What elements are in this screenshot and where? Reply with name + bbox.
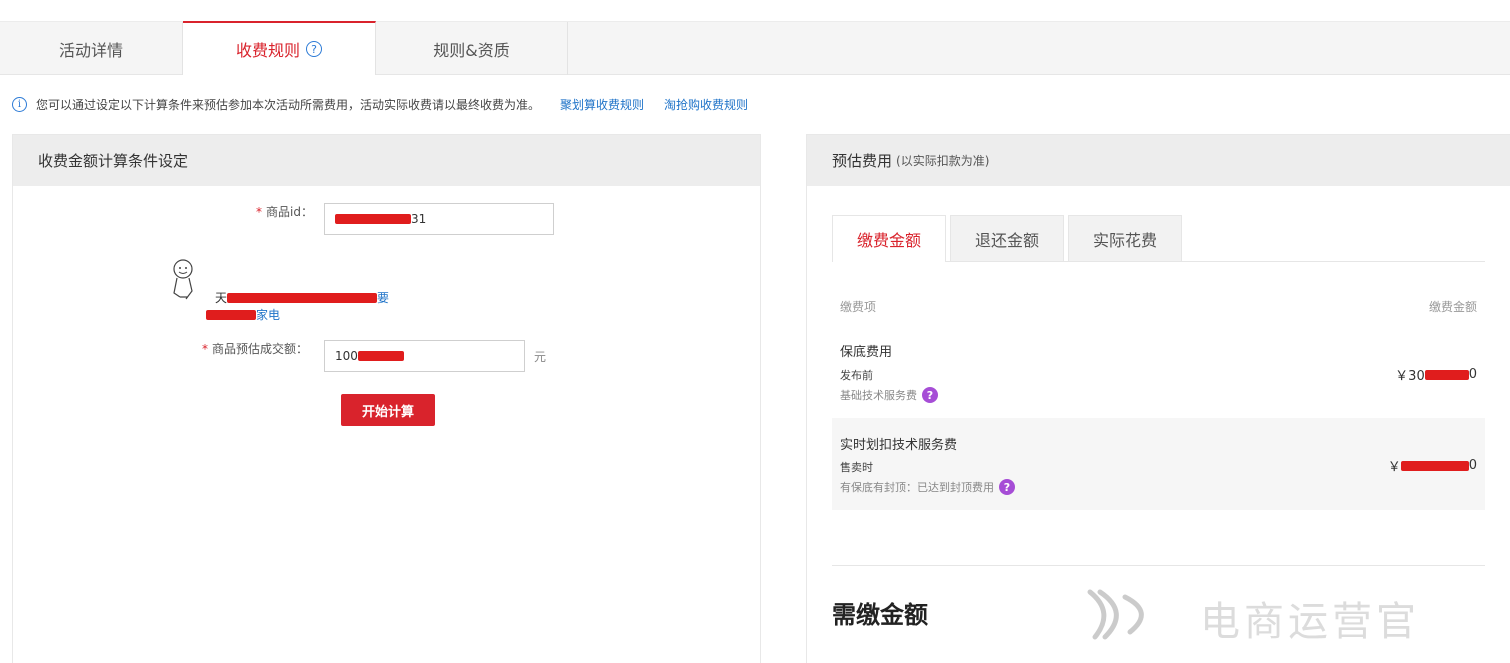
- deal-amount-row: * 商品预估成交额：: [202, 340, 308, 357]
- help-circle-icon[interactable]: ?: [306, 41, 322, 57]
- panel-title: 收费金额计算条件设定: [13, 135, 760, 186]
- fee-note: 基础技术服务费 ?: [840, 387, 938, 403]
- redacted-value: [1400, 460, 1469, 471]
- fee-row-guarantee: 保底费用 发布前 基础技术服务费 ? ￥30 0: [832, 327, 1485, 417]
- notice-bar: i 您可以通过设定以下计算条件来预估参加本次活动所需费用，活动实际收费请以最终收…: [12, 95, 748, 113]
- fee-subtab-bar: 缴费金额 退还金额 实际花费: [832, 215, 1485, 262]
- fee-amount-head: ￥: [1387, 460, 1401, 475]
- fee-title: 实时划扣技术服务费: [840, 438, 958, 453]
- top-strip: [0, 0, 1510, 22]
- product-id-row: * 商品id：: [256, 203, 313, 220]
- fee-note-text: 有保底有封顶：已达到封顶费用: [840, 481, 994, 494]
- redacted-value: [357, 351, 404, 361]
- required-mark: *: [202, 341, 208, 356]
- juhuasuan-fee-rules-link[interactable]: 聚划算收费规则: [560, 96, 644, 113]
- fee-amount: ￥ 0: [1388, 456, 1477, 475]
- redacted-value: [1424, 369, 1469, 380]
- help-question-icon[interactable]: ?: [922, 387, 938, 403]
- product-id-label: 商品id：: [266, 205, 313, 219]
- panel-title-row: 预估费用 (以实际扣款为准): [807, 135, 1510, 186]
- redacted-value: [206, 309, 256, 320]
- fee-note: 有保底有封顶：已达到封顶费用 ?: [840, 479, 1015, 495]
- redacted-value: [227, 292, 378, 303]
- fee-amount: ￥30 0: [1395, 365, 1477, 384]
- fee-amount-tail: 0: [1468, 458, 1477, 473]
- tab-activity-details[interactable]: 活动详情: [0, 22, 183, 75]
- redacted-value: [335, 214, 411, 224]
- total-due-label: 需缴金额: [832, 601, 928, 629]
- product-id-value-tail: 31: [411, 212, 427, 226]
- subtab-refund-amount[interactable]: 退还金额: [950, 215, 1064, 261]
- category-line-2-tail[interactable]: 家电: [256, 306, 280, 323]
- deal-amount-label: 商品预估成交额：: [212, 342, 309, 356]
- subtab-payment-amount[interactable]: 缴费金额: [832, 215, 946, 262]
- category-line-2: 家电: [206, 306, 280, 323]
- panel-title: 预估费用: [832, 152, 893, 170]
- main-tab-bar: 活动详情 收费规则 ? 规则&资质: [0, 21, 1510, 75]
- subtab-actual-cost[interactable]: 实际花费: [1068, 215, 1182, 261]
- notice-text: 您可以通过设定以下计算条件来预估参加本次活动所需费用，活动实际收费请以最终收费为…: [36, 97, 541, 112]
- required-mark: *: [256, 204, 262, 219]
- tab-label: 规则&资质: [433, 40, 510, 60]
- fee-note-text: 基础技术服务费: [840, 389, 917, 402]
- product-id-input[interactable]: 31: [324, 203, 554, 235]
- deal-amount-input[interactable]: 100: [324, 340, 525, 372]
- calc-conditions-panel: 收费金额计算条件设定 * 商品id： 31 天 要 家电 * 商品预估成交额： …: [12, 134, 761, 663]
- fee-timing: 售卖时: [840, 461, 873, 474]
- estimated-fee-panel: 预估费用 (以实际扣款为准) 缴费金额 退还金额 实际花费 缴费项 缴费金额 保…: [806, 134, 1510, 663]
- tab-rules-qualification[interactable]: 规则&资质: [376, 22, 568, 75]
- category-line-1: 天 要: [215, 289, 390, 306]
- fee-amount-tail: 0: [1468, 367, 1477, 382]
- tab-label: 活动详情: [58, 40, 123, 60]
- tab-fee-rules[interactable]: 收费规则 ?: [183, 21, 376, 75]
- divider: [832, 565, 1485, 566]
- category-line-1-tail[interactable]: 要: [377, 289, 389, 306]
- col-fee-amount: 缴费金额: [1428, 300, 1477, 314]
- fee-timing: 发布前: [840, 369, 873, 382]
- tab-label: 收费规则: [235, 41, 300, 60]
- fee-title: 保底费用: [840, 345, 893, 360]
- deal-amount-value-head: 100: [335, 349, 358, 363]
- panel-title-note: (以实际扣款为准): [896, 154, 990, 168]
- col-fee-item: 缴费项: [840, 300, 877, 314]
- fee-row-realtime: 实时划扣技术服务费 售卖时 有保底有封顶：已达到封顶费用 ? ￥ 0: [832, 418, 1485, 510]
- help-question-icon[interactable]: ?: [999, 479, 1015, 495]
- fee-table-header: 缴费项 缴费金额: [840, 298, 1477, 315]
- info-icon: i: [12, 96, 27, 112]
- mascot-icon: [173, 259, 193, 300]
- start-calculation-button[interactable]: 开始计算: [341, 394, 435, 426]
- fee-amount-head: ￥30: [1395, 369, 1425, 384]
- taoqianggou-fee-rules-link[interactable]: 淘抢购收费规则: [664, 96, 748, 113]
- currency-unit: 元: [534, 350, 547, 364]
